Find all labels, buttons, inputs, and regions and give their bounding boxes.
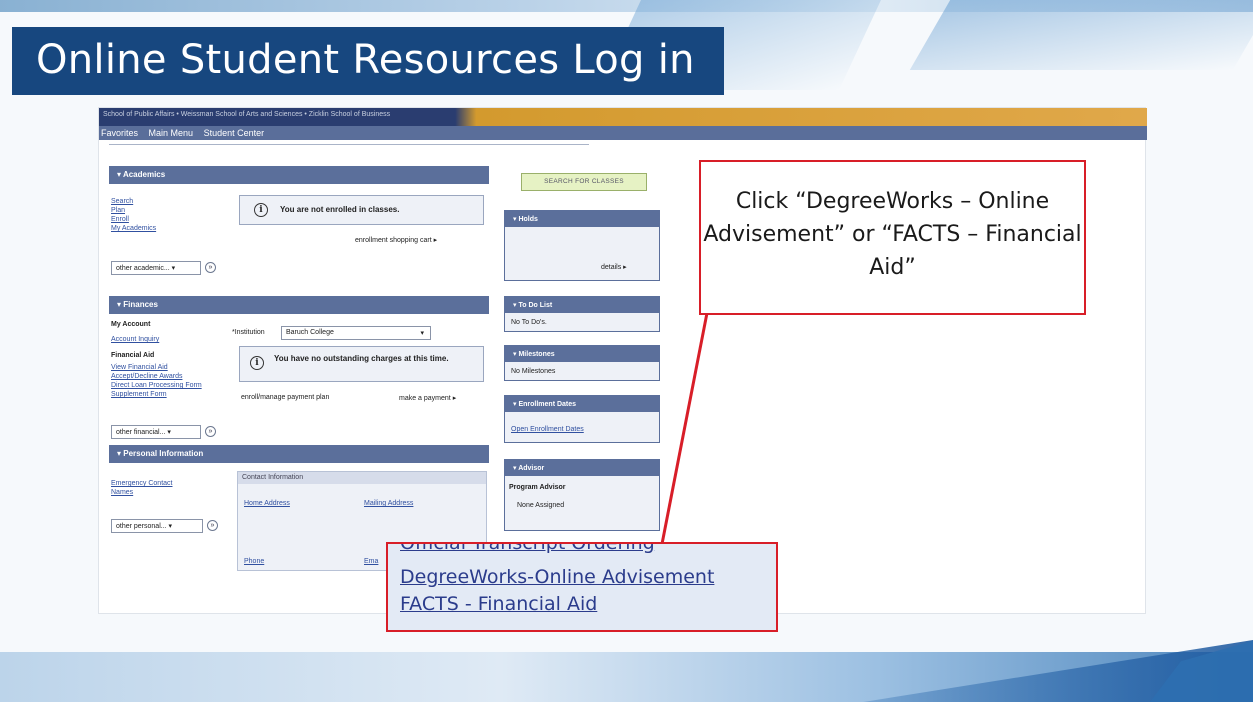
highlighted-links-callout: Official Transcript Ordering DegreeWorks… — [386, 542, 778, 632]
instruction-text: Click “DegreeWorks – Online Advisement” … — [703, 189, 1082, 280]
instruction-callout: Click “DegreeWorks – Online Advisement” … — [699, 160, 1086, 315]
transcript-ordering-link[interactable]: Official Transcript Ordering — [400, 544, 655, 554]
degreeworks-link[interactable]: DegreeWorks-Online Advisement — [400, 566, 714, 588]
facts-financial-aid-link[interactable]: FACTS - Financial Aid — [400, 593, 597, 615]
